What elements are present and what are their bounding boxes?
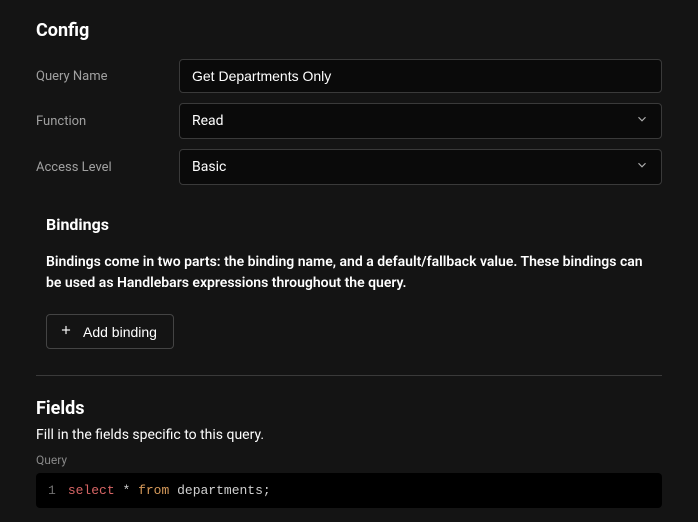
token-semi: ; [263, 483, 271, 498]
bindings-title: Bindings [46, 215, 652, 234]
fields-section: Fields Fill in the fields specific to th… [36, 376, 662, 508]
add-binding-button[interactable]: Add binding [46, 314, 174, 349]
access-level-label: Access Level [36, 160, 179, 175]
token-table: departments [177, 483, 263, 498]
function-selected-value: Read [192, 113, 224, 129]
bindings-section: Bindings Bindings come in two parts: the… [36, 195, 662, 376]
plus-icon [59, 323, 73, 340]
bindings-description: Bindings come in two parts: the binding … [46, 252, 652, 294]
chevron-down-icon [635, 158, 649, 176]
config-title: Config [36, 20, 662, 41]
line-number: 1 [48, 483, 56, 498]
query-name-label: Query Name [36, 69, 179, 84]
query-name-row: Query Name [36, 59, 662, 93]
fields-description: Fill in the fields specific to this quer… [36, 427, 662, 443]
add-binding-label: Add binding [83, 324, 157, 340]
function-row: Function Read [36, 103, 662, 139]
token-from: from [138, 483, 169, 498]
access-level-selected-value: Basic [192, 159, 226, 175]
query-label: Query [36, 453, 662, 467]
access-level-row: Access Level Basic [36, 149, 662, 185]
function-select[interactable]: Read [179, 103, 662, 139]
token-star: * [122, 483, 130, 498]
code-line: select * from departments; [68, 483, 271, 498]
query-name-input[interactable] [179, 59, 662, 93]
access-level-select[interactable]: Basic [179, 149, 662, 185]
token-select: select [68, 483, 115, 498]
fields-title: Fields [36, 398, 662, 419]
function-label: Function [36, 114, 179, 129]
query-editor[interactable]: 1 select * from departments; [36, 473, 662, 508]
chevron-down-icon [635, 112, 649, 130]
